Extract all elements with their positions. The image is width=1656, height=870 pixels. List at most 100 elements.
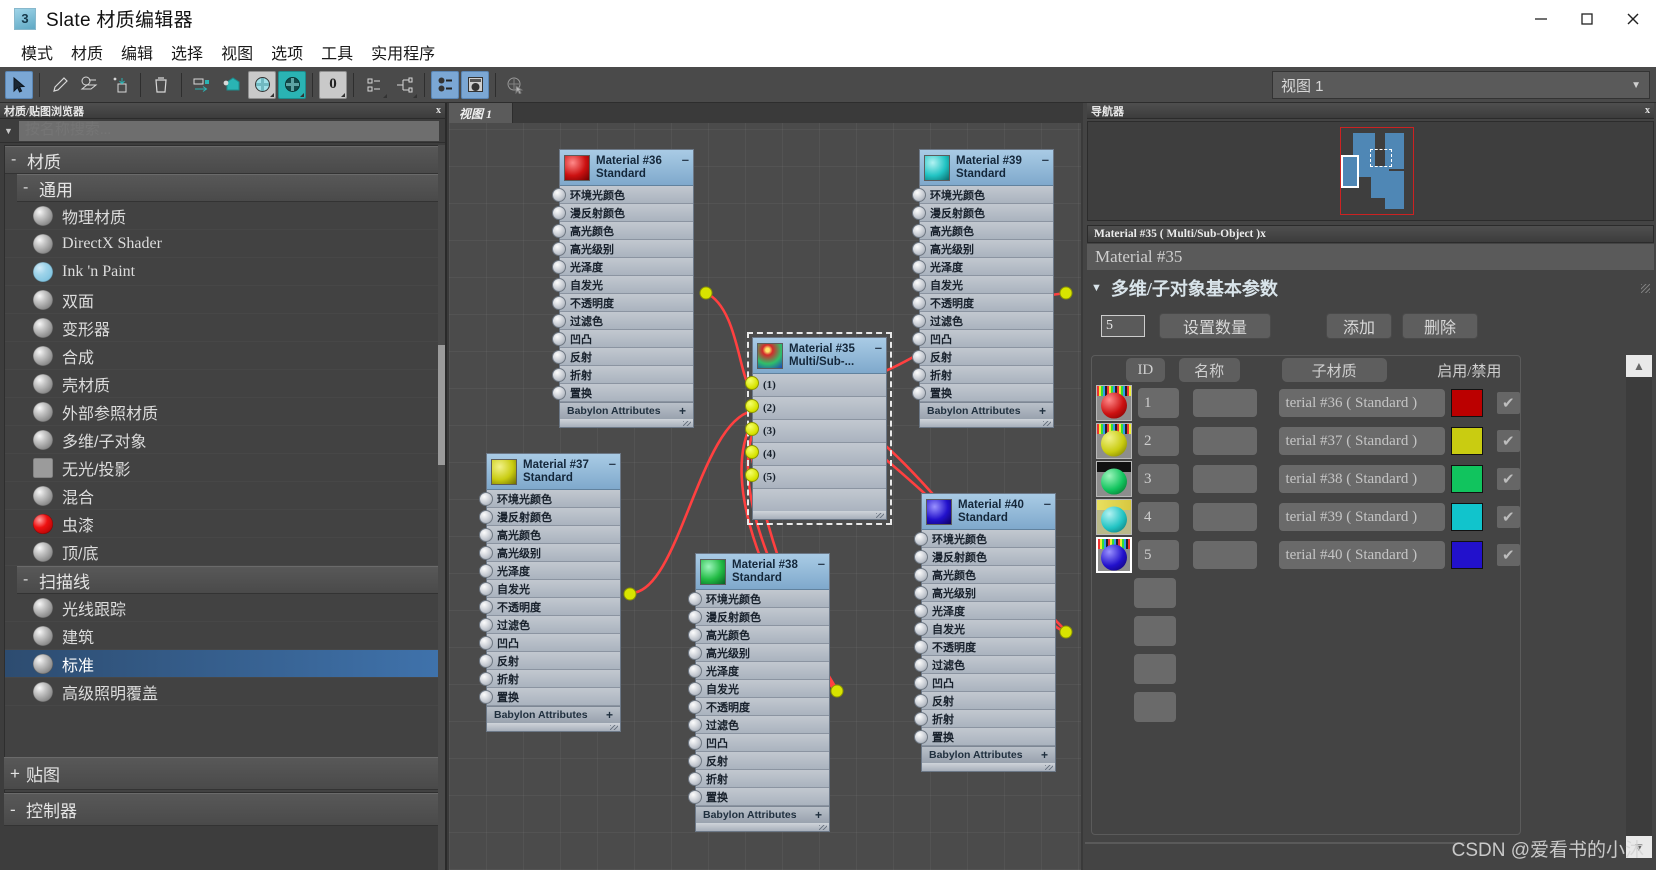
node-slot[interactable]: 环境光颜色 [912,186,1053,204]
menu-item-material[interactable]: 材质 [62,38,112,66]
node-slot[interactable]: 反射 [688,752,829,770]
expand-icon[interactable]: + [606,708,613,722]
slot-knob-icon[interactable] [479,528,493,542]
slot-knob-icon[interactable] [688,610,702,624]
cell-submaterial[interactable]: terial #37 ( Standard ) [1279,427,1446,455]
node-slot[interactable]: 不透明度 [912,294,1053,312]
slot-knob-icon[interactable] [479,672,493,686]
chevron-up-icon[interactable]: ▲ [1626,355,1652,377]
node-slot[interactable]: 自发光 [552,276,693,294]
table-row[interactable]: 3 terial #38 ( Standard ) ✔ [1092,460,1520,498]
node-slot[interactable]: 凹凸 [914,674,1055,692]
node-slot[interactable]: 折射 [479,670,620,688]
node-slot[interactable]: 不透明度 [552,294,693,312]
slot-knob-icon[interactable] [745,399,759,413]
cell-id[interactable]: 4 [1138,502,1180,532]
node-resize-handle[interactable] [696,823,829,831]
drag-grip-icon[interactable] [1641,283,1650,293]
menu-item-options[interactable]: 选项 [262,38,312,66]
node-slot[interactable]: 反射 [479,652,620,670]
slot-knob-icon[interactable] [912,224,926,238]
node-slot[interactable]: 环境光颜色 [479,490,620,508]
slot-knob-icon[interactable] [914,730,928,744]
property-scrollbar[interactable]: ▲ ▼ [1626,355,1652,858]
parameter-editor-toggle-icon[interactable] [461,70,489,99]
node-slot[interactable]: 置换 [912,384,1053,402]
slot-knob-icon[interactable] [552,368,566,382]
slot-knob-icon[interactable] [914,712,928,726]
tree-item-double-sided[interactable]: 双面 [5,286,438,314]
cell-submaterial[interactable]: terial #36 ( Standard ) [1279,389,1446,417]
node-slot[interactable]: 高光颜色 [479,526,620,544]
property-close-icon[interactable]: x [1260,228,1266,240]
minimize-icon[interactable]: – [1044,494,1051,511]
node-slot[interactable]: 过滤色 [914,656,1055,674]
node-header[interactable]: Material #38 Standard – [696,554,829,590]
node-slot[interactable]: 置换 [479,688,620,706]
slot-knob-icon[interactable] [688,790,702,804]
browser-scrollbar[interactable] [438,145,445,870]
minimize-icon[interactable]: – [609,454,616,471]
slot-knob-icon[interactable] [912,206,926,220]
tree-item-shellac[interactable]: 虫漆 [5,510,438,538]
table-row[interactable]: 4 terial #39 ( Standard ) ✔ [1092,498,1520,536]
node-material-37[interactable]: Material #37 Standard – 环境光颜色 漫反射颜色 高光颜色… [479,453,621,732]
slot-knob-icon[interactable] [912,188,926,202]
cell-id[interactable]: 2 [1138,426,1180,456]
slot-knob-icon[interactable] [912,350,926,364]
expand-icon[interactable]: + [1041,748,1048,762]
node-slot[interactable]: 置换 [552,384,693,402]
navigator-close-icon[interactable]: x [1645,105,1650,116]
slot-knob-icon[interactable] [688,592,702,606]
property-scrollbar-track[interactable] [1626,377,1652,836]
node-slot[interactable]: 反射 [912,348,1053,366]
node-slot[interactable]: (2) [745,397,886,420]
node-slot[interactable]: 高光颜色 [912,222,1053,240]
cell-color-swatch[interactable] [1451,427,1483,455]
node-footer-babylon-attributes[interactable]: Babylon Attributes + [560,402,693,419]
tree-group-maps[interactable]: + 贴图 [4,757,439,790]
browser-close-icon[interactable]: x [436,105,441,116]
node-slot[interactable]: 自发光 [912,276,1053,294]
slot-knob-icon[interactable] [688,664,702,678]
node-resize-handle[interactable] [753,511,886,519]
column-header-name[interactable]: 名称 [1178,358,1240,382]
tree-item-xref-material[interactable]: 外部参照材质 [5,398,438,426]
slot-knob-icon[interactable] [914,694,928,708]
node-slot[interactable]: 高光级别 [479,544,620,562]
set-count-input[interactable] [1101,315,1145,337]
minimize-icon[interactable]: – [1042,150,1049,167]
slot-knob-icon[interactable] [914,586,928,600]
cell-enable-checkbox[interactable]: ✔ [1496,506,1520,528]
navigator-map[interactable] [1087,121,1654,221]
expand-icon[interactable]: + [1039,404,1046,418]
node-header[interactable]: Material #37 Standard – [487,454,620,490]
slot-knob-icon[interactable] [912,368,926,382]
sub-material-thumbnail[interactable] [1096,499,1132,535]
node-slot[interactable]: 凹凸 [912,330,1053,348]
node-slot[interactable]: 光泽度 [912,258,1053,276]
node-header[interactable]: Material #40 Standard – [922,494,1055,530]
cell-name[interactable] [1193,503,1258,531]
cell-submaterial[interactable]: terial #39 ( Standard ) [1279,503,1446,531]
browser-scrollbar-thumb[interactable] [438,345,445,465]
expand-icon[interactable]: + [679,404,686,418]
menu-item-utilities[interactable]: 实用程序 [362,38,444,66]
slot-knob-icon[interactable] [688,736,702,750]
node-slot[interactable]: 自发光 [914,620,1055,638]
rollout-header-basic-params[interactable]: ▼ 多维/子对象基本参数 [1087,273,1654,303]
node-material-38[interactable]: Material #38 Standard – 环境光颜色 漫反射颜色 高光颜色… [688,553,830,832]
node-header[interactable]: Material #35 Multi/Sub-... – [753,338,886,374]
node-footer-babylon-attributes[interactable]: Babylon Attributes + [487,706,620,723]
slot-knob-icon[interactable] [745,422,759,436]
node-slot[interactable]: 折射 [688,770,829,788]
table-row[interactable]: 1 terial #36 ( Standard ) ✔ [1092,384,1520,422]
cell-submaterial[interactable]: terial #38 ( Standard ) [1279,465,1446,493]
menu-item-tools[interactable]: 工具 [312,38,362,66]
slot-knob-icon[interactable] [914,532,928,546]
tree-item-morpher[interactable]: 变形器 [5,314,438,342]
slot-knob-icon[interactable] [914,676,928,690]
slot-knob-icon[interactable] [479,582,493,596]
node-slot[interactable]: 过滤色 [688,716,829,734]
slot-knob-icon[interactable] [688,718,702,732]
